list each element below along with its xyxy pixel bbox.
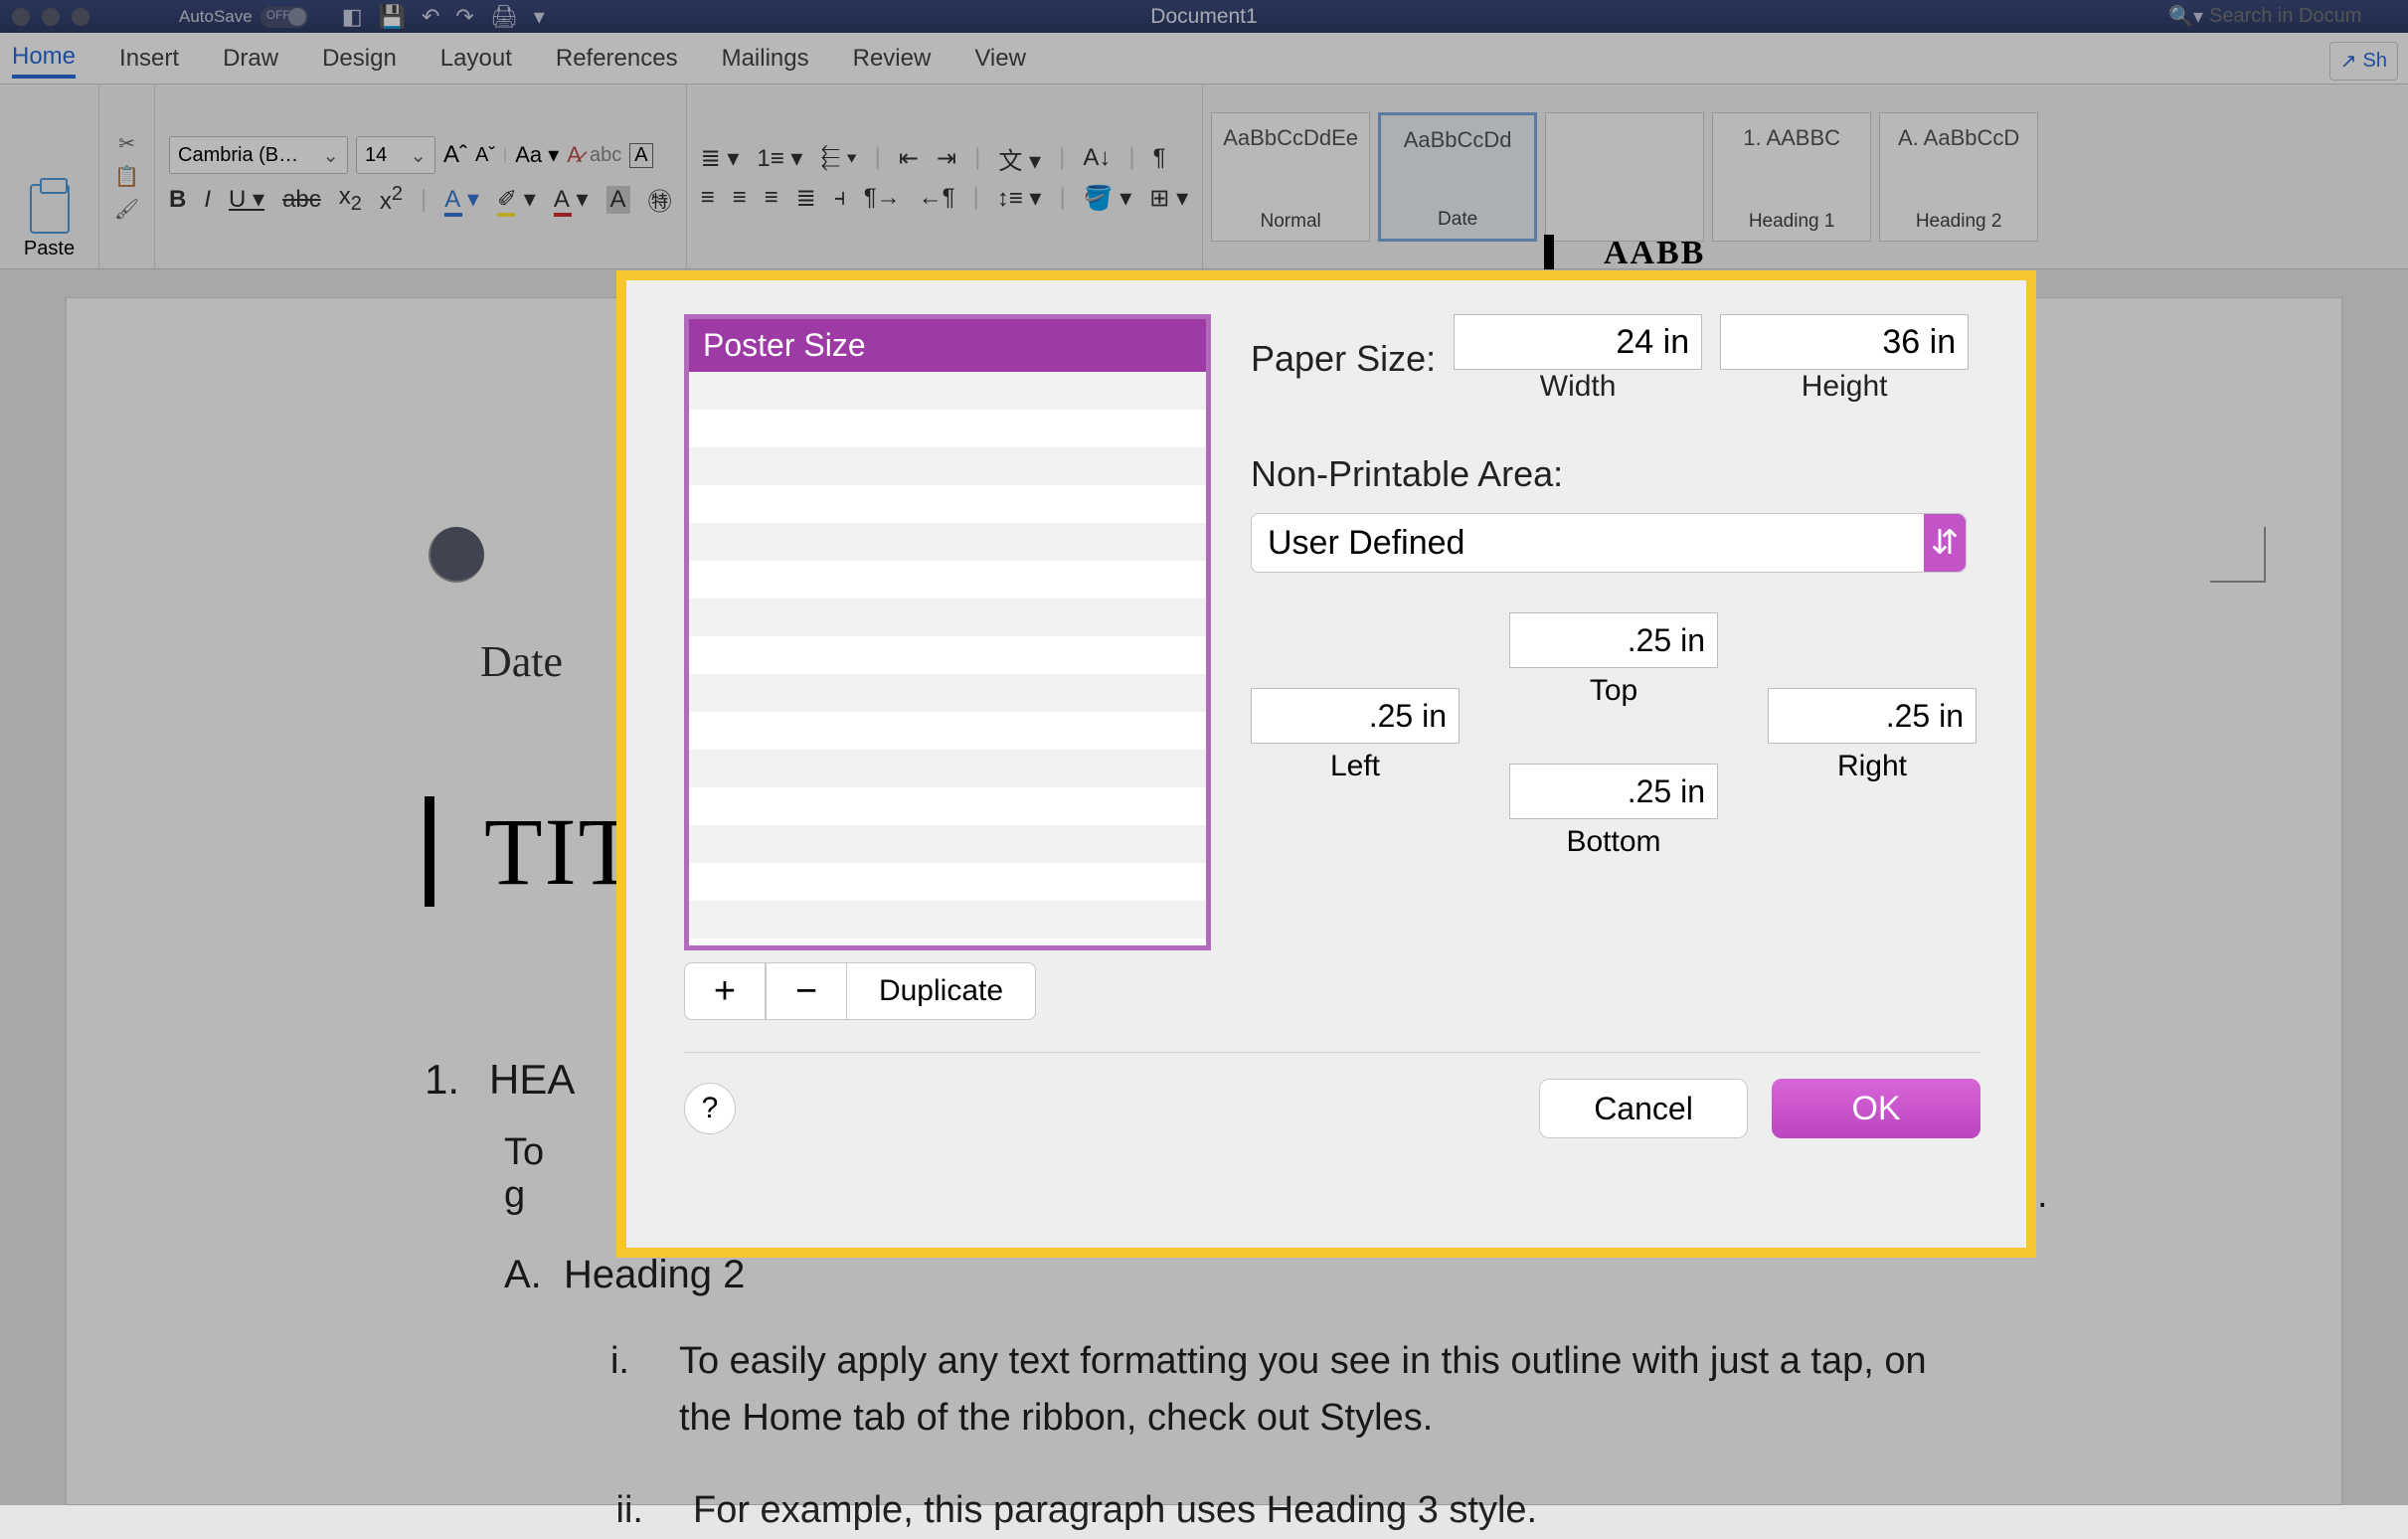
non-printable-area-select[interactable]: User Defined ⇵ bbox=[1251, 513, 1967, 573]
list-item[interactable] bbox=[689, 712, 1206, 750]
top-label: Top bbox=[1509, 674, 1718, 708]
list-item[interactable] bbox=[689, 372, 1206, 410]
bottom-label: Bottom bbox=[1509, 825, 1718, 859]
page-setup-dialog: Poster Size + − Duplicate Paper Size: W bbox=[616, 270, 2036, 1258]
paper-size-listbox[interactable]: Poster Size bbox=[684, 314, 1211, 950]
ok-button[interactable]: OK bbox=[1772, 1079, 1980, 1138]
list-item[interactable] bbox=[689, 901, 1206, 939]
list-item[interactable] bbox=[689, 561, 1206, 598]
question-icon: ? bbox=[702, 1092, 719, 1125]
width-label: Width bbox=[1454, 370, 1702, 404]
left-margin-input[interactable] bbox=[1251, 688, 1460, 744]
duplicate-button[interactable]: Duplicate bbox=[847, 962, 1036, 1020]
select-stepper-icon[interactable]: ⇵ bbox=[1924, 514, 1966, 572]
list-item[interactable] bbox=[689, 825, 1206, 863]
list-item[interactable] bbox=[689, 410, 1206, 447]
non-printable-area-label: Non-Printable Area: bbox=[1251, 453, 1980, 495]
minus-icon: − bbox=[795, 970, 817, 1013]
height-label: Height bbox=[1720, 370, 1969, 404]
cancel-button[interactable]: Cancel bbox=[1539, 1079, 1748, 1138]
list-item[interactable] bbox=[689, 485, 1206, 523]
list-item[interactable] bbox=[689, 863, 1206, 901]
paper-size-label: Paper Size: bbox=[1251, 338, 1436, 380]
plus-icon: + bbox=[714, 970, 736, 1013]
right-label: Right bbox=[1768, 750, 1977, 783]
divider bbox=[684, 1052, 1980, 1053]
list-item[interactable] bbox=[689, 598, 1206, 636]
list-item[interactable] bbox=[689, 750, 1206, 787]
listbox-header[interactable]: Poster Size bbox=[689, 319, 1206, 372]
list-item[interactable] bbox=[689, 787, 1206, 825]
listbox-rows bbox=[689, 372, 1206, 948]
bottom-margin-input[interactable] bbox=[1509, 764, 1718, 819]
list-item[interactable] bbox=[689, 636, 1206, 674]
left-label: Left bbox=[1251, 750, 1460, 783]
list-item[interactable] bbox=[689, 674, 1206, 712]
list-item[interactable] bbox=[689, 447, 1206, 485]
help-button[interactable]: ? bbox=[684, 1083, 736, 1134]
add-button[interactable]: + bbox=[684, 962, 766, 1020]
height-input[interactable] bbox=[1720, 314, 1969, 370]
right-margin-input[interactable] bbox=[1768, 688, 1977, 744]
list-item[interactable] bbox=[689, 523, 1206, 561]
top-margin-input[interactable] bbox=[1509, 612, 1718, 668]
remove-button[interactable]: − bbox=[766, 962, 847, 1020]
width-input[interactable] bbox=[1454, 314, 1702, 370]
